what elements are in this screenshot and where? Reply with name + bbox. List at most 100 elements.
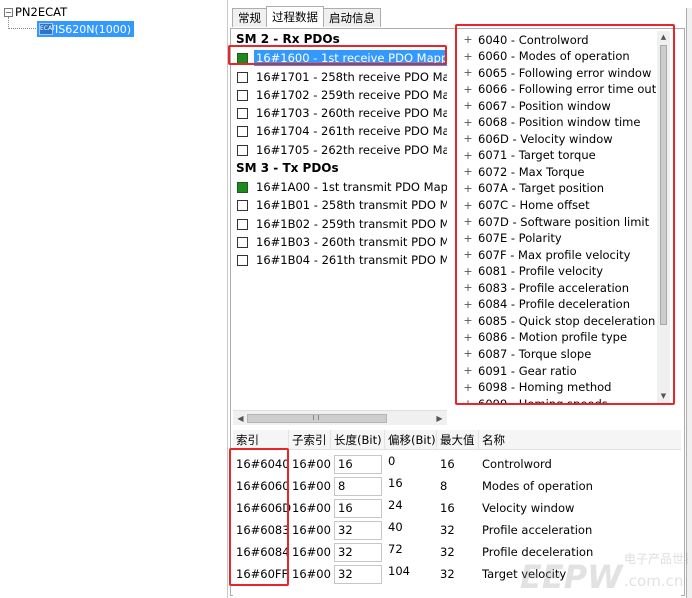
- expand-icon[interactable]: +: [462, 199, 474, 212]
- scroll-right-icon[interactable]: ▶: [434, 413, 445, 424]
- length-input[interactable]: [334, 498, 382, 518]
- object-list-item[interactable]: +6040 - Controlword: [462, 31, 588, 48]
- pdo-checkbox[interactable]: [237, 107, 248, 119]
- expand-icon[interactable]: +: [462, 182, 474, 195]
- pdo-item-1701[interactable]: 16#1701 - 258th receive PDO Mapp: [237, 68, 447, 86]
- expand-icon[interactable]: +: [462, 265, 474, 278]
- length-input[interactable]: [334, 520, 382, 540]
- pdo-item-1705[interactable]: 16#1705 - 262th receive PDO Mapp: [237, 141, 447, 159]
- pdo-checkbox[interactable]: [237, 254, 248, 266]
- pdo-item-1702[interactable]: 16#1702 - 259th receive PDO Mapp: [237, 86, 447, 104]
- scrollbar-thumb[interactable]: [660, 45, 667, 325]
- object-list-item[interactable]: +6099 - Homing speeds: [462, 395, 607, 405]
- length-input[interactable]: [334, 542, 382, 562]
- object-list-item[interactable]: +6085 - Quick stop deceleration: [462, 312, 655, 329]
- pdo-checkbox[interactable]: [237, 218, 248, 230]
- pdo-checkbox[interactable]: [237, 71, 248, 83]
- length-input[interactable]: [334, 454, 382, 474]
- expand-icon[interactable]: +: [462, 215, 474, 228]
- object-list-item[interactable]: +607F - Max profile velocity: [462, 246, 630, 263]
- tab-startup-info[interactable]: 启动信息: [323, 8, 381, 27]
- tree-node-device[interactable]: ECAT IS620N(1000): [37, 21, 135, 37]
- expand-icon[interactable]: +: [462, 116, 474, 129]
- expand-icon[interactable]: +: [462, 66, 474, 79]
- pdo-item-1600[interactable]: 16#1600 - 1st receive PDO Mapp: [237, 49, 447, 67]
- object-list-item[interactable]: +6066 - Following error time out: [462, 81, 656, 98]
- object-list-item[interactable]: +6081 - Profile velocity: [462, 263, 603, 280]
- object-list-item[interactable]: +6065 - Following error window: [462, 64, 651, 81]
- col-header-subindex[interactable]: 子索引: [289, 430, 331, 450]
- tab-general[interactable]: 常规: [232, 8, 267, 27]
- object-list-item[interactable]: +6067 - Position window: [462, 97, 610, 114]
- pdo-item-1a00[interactable]: 16#1A00 - 1st transmit PDO Mappi: [237, 178, 447, 196]
- length-input[interactable]: [334, 564, 382, 584]
- scroll-down-icon[interactable]: ▼: [657, 391, 670, 402]
- pdo-horizontal-scrollbar[interactable]: ◀ ▶: [233, 410, 447, 425]
- pdo-checkbox[interactable]: [237, 89, 248, 101]
- cell-max: 32: [440, 545, 455, 559]
- expand-icon[interactable]: +: [462, 132, 474, 145]
- expand-icon[interactable]: +: [462, 281, 474, 294]
- object-list-item[interactable]: +6091 - Gear ratio: [462, 362, 576, 379]
- object-list-item[interactable]: +607C - Home offset: [462, 197, 589, 214]
- table-row[interactable]: 16#606016#00 16 8 Modes of operation: [233, 475, 681, 497]
- object-list-item[interactable]: +607A - Target position: [462, 180, 604, 197]
- scroll-up-icon[interactable]: ▲: [657, 32, 670, 43]
- object-list-item[interactable]: +6087 - Torque slope: [462, 345, 591, 362]
- expand-icon[interactable]: +: [462, 248, 474, 261]
- table-row[interactable]: 16#606D16#00 24 16 Velocity window: [233, 497, 681, 519]
- scroll-left-icon[interactable]: ◀: [235, 413, 246, 424]
- expand-icon[interactable]: +: [462, 33, 474, 46]
- pdo-item-1704[interactable]: 16#1704 - 261th receive PDO Mapp: [237, 122, 447, 140]
- pdo-item-1703[interactable]: 16#1703 - 260th receive PDO Mapp: [237, 104, 447, 122]
- tab-process-data[interactable]: 过程数据: [266, 6, 324, 27]
- expand-icon[interactable]: +: [462, 232, 474, 245]
- pdo-item-1b03[interactable]: 16#1B03 - 260th transmit PDO Ma: [237, 233, 447, 251]
- expand-icon[interactable]: +: [462, 364, 474, 377]
- col-header-length[interactable]: 长度(Bit): [331, 430, 385, 450]
- col-header-index[interactable]: 索引: [233, 430, 289, 450]
- expand-icon[interactable]: +: [462, 381, 474, 394]
- expand-icon[interactable]: +: [462, 397, 474, 405]
- object-list-item[interactable]: +6072 - Max Torque: [462, 163, 584, 180]
- object-list-item[interactable]: +6068 - Position window time: [462, 114, 640, 131]
- pdo-item-1b04[interactable]: 16#1B04 - 261th transmit PDO Ma: [237, 251, 447, 269]
- expand-icon[interactable]: +: [462, 331, 474, 344]
- expand-icon[interactable]: +: [462, 99, 474, 112]
- expand-icon[interactable]: +: [462, 347, 474, 360]
- col-header-max[interactable]: 最大值: [437, 430, 479, 450]
- object-list-item[interactable]: +606D - Velocity window: [462, 130, 612, 147]
- col-header-offset[interactable]: 偏移(Bit): [385, 430, 437, 450]
- table-row[interactable]: 16#608416#00 72 32 Profile deceleration: [233, 541, 681, 563]
- tree-root[interactable]: − PN2ECAT: [4, 5, 67, 19]
- expand-icon[interactable]: +: [462, 50, 474, 63]
- pdo-checkbox[interactable]: [237, 181, 248, 193]
- pdo-item-1b01[interactable]: 16#1B01 - 258th transmit PDO Ma: [237, 196, 447, 214]
- object-list-item[interactable]: +6071 - Target torque: [462, 147, 595, 164]
- length-input[interactable]: [334, 476, 382, 496]
- object-list-item[interactable]: +607D - Software position limit: [462, 213, 649, 230]
- expand-icon[interactable]: +: [462, 149, 474, 162]
- pdo-checkbox[interactable]: [237, 52, 248, 64]
- table-row[interactable]: 16#608316#00 40 32 Profile acceleration: [233, 519, 681, 541]
- col-header-name[interactable]: 名称: [479, 430, 681, 450]
- expand-icon[interactable]: +: [462, 314, 474, 327]
- pdo-checkbox[interactable]: [237, 199, 248, 211]
- object-list-item[interactable]: +6083 - Profile acceleration: [462, 279, 629, 296]
- object-list-item[interactable]: +6060 - Modes of operation: [462, 48, 629, 65]
- table-row[interactable]: 16#604016#00 0 16 Controlword: [233, 453, 681, 475]
- expand-icon[interactable]: +: [462, 298, 474, 311]
- pdo-checkbox[interactable]: [237, 144, 248, 156]
- expand-icon[interactable]: +: [462, 83, 474, 96]
- object-list-item[interactable]: +607E - Polarity: [462, 230, 561, 247]
- object-list-item[interactable]: +6086 - Motion profile type: [462, 329, 627, 346]
- object-vertical-scrollbar[interactable]: ▲ ▼: [657, 31, 670, 403]
- pdo-checkbox[interactable]: [237, 125, 248, 137]
- collapse-icon[interactable]: −: [4, 7, 13, 17]
- object-list-item[interactable]: +6098 - Homing method: [462, 379, 611, 396]
- pdo-checkbox[interactable]: [237, 236, 248, 248]
- pdo-item-1b02[interactable]: 16#1B02 - 259th transmit PDO Ma: [237, 215, 447, 233]
- expand-icon[interactable]: +: [462, 165, 474, 178]
- table-row[interactable]: 16#60FF16#00 104 32 Target velocity: [233, 563, 681, 585]
- object-list-item[interactable]: +6084 - Profile deceleration: [462, 296, 630, 313]
